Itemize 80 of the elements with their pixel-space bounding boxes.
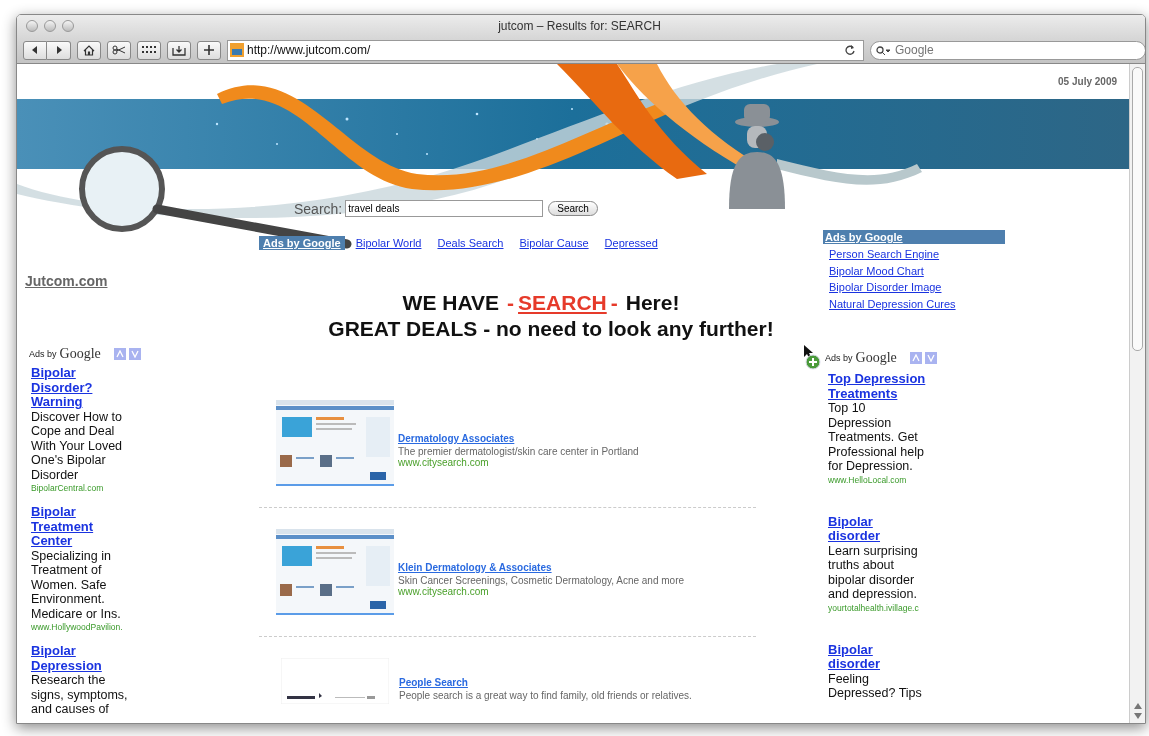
ad-link[interactable]: Natural Depression Cures	[829, 295, 1005, 312]
ads-badge: Ads by Google	[259, 236, 345, 250]
back-button[interactable]	[23, 40, 47, 60]
search-label: Search:	[294, 200, 343, 217]
zoom-button[interactable]	[62, 20, 74, 32]
ads-header: Ads by Google	[823, 230, 1005, 244]
scissors-icon	[112, 45, 126, 55]
ad-text: Research the signs, symptoms, and causes of	[31, 673, 129, 717]
ad-url: www.HelloLocal.com	[828, 474, 908, 485]
result-description: The premier dermatologist/skin care center in Portland	[398, 446, 639, 457]
ad-link[interactable]: Bipolar Disorder Image	[829, 279, 1005, 296]
scroll-thumb[interactable]	[1132, 67, 1143, 351]
add-button[interactable]	[197, 40, 221, 60]
ad-link[interactable]: Bipolar Cause	[519, 237, 589, 249]
cursor-icon	[803, 344, 823, 370]
headline: WE HAVE - SEARCH - Here!	[401, 290, 681, 316]
tray-icon	[172, 44, 186, 56]
search-input[interactable]: travel deals	[345, 200, 544, 217]
previous-ad-button[interactable]	[909, 352, 922, 364]
scroll-up-icon[interactable]	[1133, 703, 1142, 709]
reload-icon[interactable]	[845, 45, 855, 55]
result-title-link[interactable]: People Search	[399, 676, 468, 688]
ad-text: Learn surprising truths about bipolar disorder and depression.	[828, 543, 919, 602]
result-description: People search is a great way to find family, old friends or relatives.	[399, 689, 692, 701]
search-button[interactable]: Search	[548, 201, 598, 216]
tray-button[interactable]	[167, 40, 191, 60]
result-url: www.citysearch.com	[398, 457, 489, 468]
result-title-link[interactable]: Klein Dermatology & Associates	[398, 562, 552, 573]
page-thumbnail[interactable]	[276, 400, 394, 486]
ad-link[interactable]: Bipolar Mood Chart	[829, 262, 1005, 279]
headline-subtitle: GREAT DEALS - no need to look any further!	[327, 316, 775, 342]
ad-title-link[interactable]: Bipolar Disorder? Warning	[31, 366, 131, 410]
scissors-button[interactable]	[107, 40, 131, 60]
forward-button[interactable]	[47, 40, 71, 60]
address-field[interactable]: http://www.jutcom.com/	[227, 39, 864, 61]
ad-link[interactable]: Deals Search	[437, 237, 504, 249]
ad-text: Top 10 Depression Treatments. Get Professional help for Depression.	[828, 401, 925, 474]
ads-brand-label: Google	[855, 350, 897, 366]
ad-title-link[interactable]: Top Depression Treatments	[828, 372, 928, 401]
result-title-link[interactable]: Dermatology Associates	[398, 433, 515, 444]
search-field[interactable]: Google	[870, 40, 1145, 60]
home-icon	[83, 44, 95, 56]
close-button[interactable]	[26, 20, 38, 32]
ad-title-link[interactable]: Bipolar disorder	[828, 642, 928, 672]
forward-icon	[54, 46, 63, 54]
site-icon	[230, 43, 244, 57]
ad-title-link[interactable]: Bipolar Depression	[31, 644, 131, 673]
site-link[interactable]: Jutcom.com	[25, 273, 108, 289]
minimize-button[interactable]	[44, 20, 56, 32]
ad-url: yourtotalhealth.ivillage.c	[828, 602, 920, 613]
result-description: Skin Cancer Screenings, Cosmetic Dermatology, Acne and more	[398, 575, 685, 586]
grid-button[interactable]	[137, 40, 161, 60]
previous-ad-button[interactable]	[113, 348, 126, 360]
plus-icon	[204, 45, 214, 55]
home-button[interactable]	[77, 40, 101, 60]
search-link[interactable]: SEARCH	[518, 290, 607, 316]
result-url: www.citysearch.com	[398, 586, 489, 597]
logo-thumbnail[interactable]	[281, 658, 389, 704]
scroll-down-icon[interactable]	[1133, 713, 1142, 719]
ad-link[interactable]: Depressed	[604, 237, 658, 249]
ad-text: Specializing in Treatment of Women. Safe Environment. Medicare or Ins.	[31, 548, 122, 621]
ad-text: Discover How to Cope and Deal With Your Loved One's Bipolar Disorder	[31, 409, 124, 482]
ads-by-label: Ads by	[29, 349, 57, 359]
window-title: jutcom – Results for: SEARCH	[497, 19, 662, 33]
ad-link[interactable]: Bipolar World	[355, 237, 422, 249]
ads-by-label: Ads by	[825, 353, 853, 363]
ad-title-link[interactable]: Bipolar Treatment Center	[31, 505, 131, 549]
back-icon	[31, 46, 39, 54]
ad-link[interactable]: Person Search Engine	[829, 246, 1005, 263]
page-thumbnail[interactable]	[276, 529, 394, 615]
ad-url: BipolarCentral.com	[31, 483, 105, 493]
ads-brand-label: Google	[59, 346, 101, 362]
ad-text: Feeling Depressed? Tips	[828, 671, 923, 701]
date-label: 05 July 2009	[1057, 75, 1118, 87]
next-ad-button[interactable]	[128, 348, 141, 360]
grid-icon	[142, 46, 156, 54]
ad-title-link[interactable]: Bipolar disorder	[828, 514, 928, 544]
ad-url: www.HollywoodPavilion.	[31, 622, 124, 632]
next-ad-button[interactable]	[924, 352, 937, 364]
scrollbar[interactable]	[1129, 64, 1145, 723]
